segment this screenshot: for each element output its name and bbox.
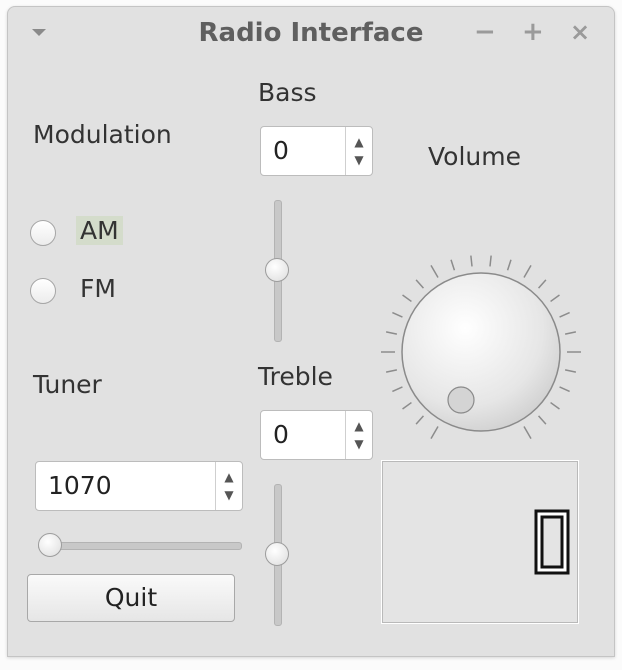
title-bar[interactable]: Radio Interface − + × <box>8 7 614 57</box>
bass-up-arrow-icon[interactable]: ▲ <box>354 133 363 151</box>
dial-tick <box>537 279 547 289</box>
volume-label: Volume <box>428 142 521 171</box>
bass-spinbox[interactable]: 0 ▲ ▼ <box>260 126 373 176</box>
tuner-value: 1070 <box>48 471 112 500</box>
dial-tick <box>415 415 425 425</box>
dial-tick <box>523 426 532 439</box>
dial-tick <box>392 311 403 318</box>
quit-button[interactable]: Quit <box>27 574 235 622</box>
dial-tick <box>430 265 439 278</box>
tuner-label: Tuner <box>33 370 102 399</box>
dial-tick <box>415 279 425 289</box>
dial-tick <box>385 331 398 335</box>
dial-tick <box>564 369 577 373</box>
volume-dial[interactable] <box>378 245 584 451</box>
dial-tick <box>506 259 512 271</box>
dial-tick <box>385 369 398 373</box>
treble-slider-handle[interactable] <box>265 542 289 566</box>
bass-label: Bass <box>258 78 317 107</box>
dial-tick <box>537 415 547 425</box>
am-radio-label: AM <box>76 216 123 245</box>
modulation-label: Modulation <box>33 120 172 149</box>
bass-down-arrow-icon[interactable]: ▼ <box>354 151 363 169</box>
bass-value: 0 <box>273 136 289 165</box>
dial-tick <box>550 294 560 303</box>
dial-tick <box>489 255 492 267</box>
dial-tick <box>564 331 577 335</box>
tuner-spinbox[interactable]: 1070 ▲ ▼ <box>35 461 243 511</box>
treble-down-arrow-icon[interactable]: ▼ <box>354 435 363 453</box>
bass-slider-handle[interactable] <box>265 258 289 282</box>
tuner-up-arrow-icon[interactable]: ▲ <box>224 468 233 486</box>
lcd-digit <box>534 509 570 575</box>
dial-tick <box>402 401 412 410</box>
dial-tick <box>559 386 570 393</box>
treble-value: 0 <box>273 420 289 449</box>
tuner-down-arrow-icon[interactable]: ▼ <box>224 486 233 504</box>
fm-radio-label: FM <box>80 274 116 303</box>
dial-tick <box>450 259 456 271</box>
lcd-display <box>381 460 579 624</box>
tuner-slider[interactable] <box>38 542 242 550</box>
volume-dial-indicator <box>447 386 475 414</box>
dial-tick <box>559 311 570 318</box>
close-icon[interactable]: × <box>570 17 590 47</box>
treble-label: Treble <box>258 362 333 391</box>
dial-tick <box>402 294 412 303</box>
treble-up-arrow-icon[interactable]: ▲ <box>354 417 363 435</box>
tuner-slider-handle[interactable] <box>38 533 62 557</box>
treble-spinbox[interactable]: 0 ▲ ▼ <box>260 410 373 460</box>
dial-tick <box>430 426 439 439</box>
dial-tick <box>392 386 403 393</box>
dial-tick <box>470 255 473 267</box>
am-radio-button[interactable] <box>30 220 56 246</box>
maximize-icon[interactable]: + <box>522 17 544 47</box>
fm-radio-button[interactable] <box>30 278 56 304</box>
dial-tick <box>523 265 532 278</box>
dial-tick <box>550 401 560 410</box>
minimize-icon[interactable]: − <box>474 17 496 47</box>
